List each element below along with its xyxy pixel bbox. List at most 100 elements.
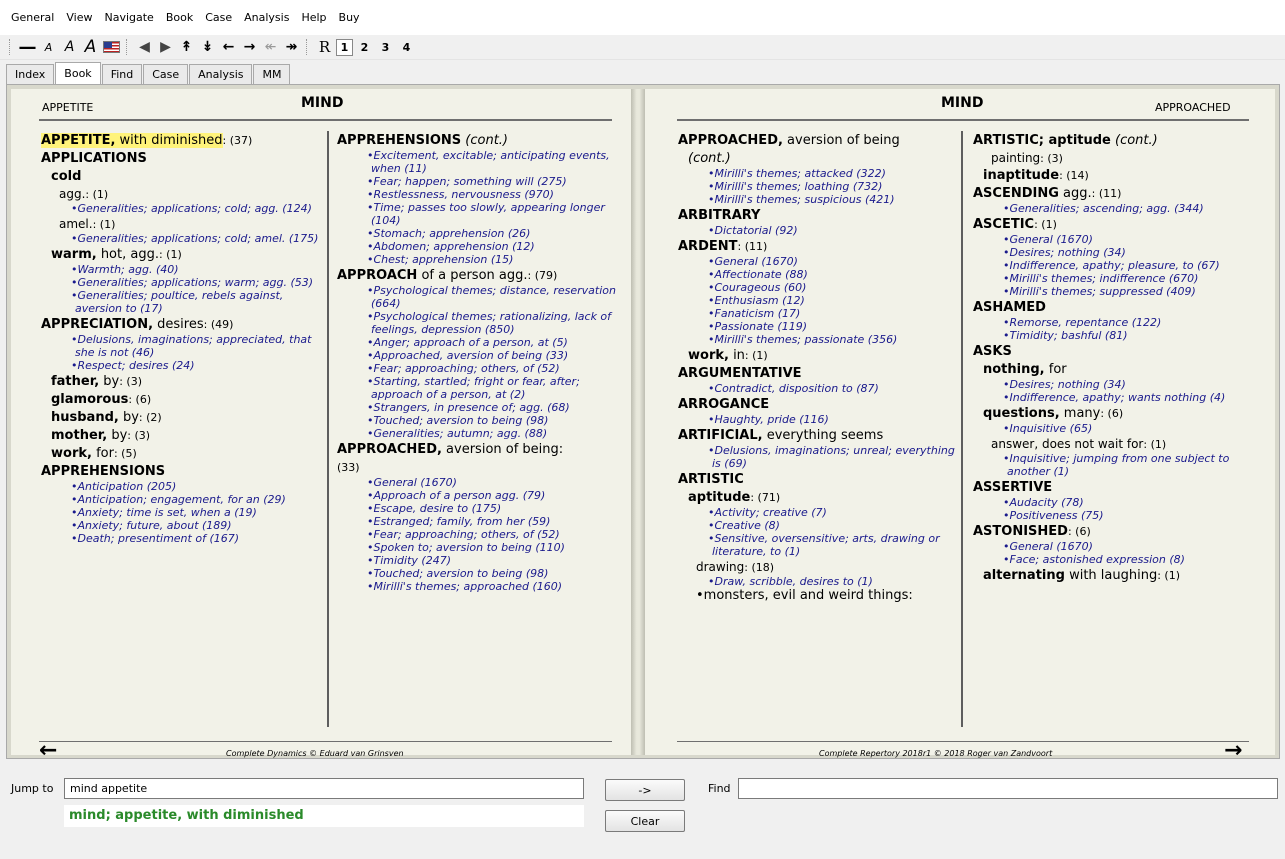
menu-navigate[interactable]: Navigate	[98, 11, 159, 24]
menu-book[interactable]: Book	[160, 11, 199, 24]
remedy-reference-link[interactable]: Warmth; agg. (40)	[41, 263, 326, 276]
remedy-reference-link[interactable]: Activity; creative (7)	[678, 506, 958, 519]
rubric-entry[interactable]: ARBITRARY	[678, 208, 958, 224]
rubric-entry[interactable]: cold	[41, 169, 326, 185]
menu-case[interactable]: Case	[199, 11, 238, 24]
remedy-reference-link[interactable]: Strangers, in presence of; agg. (68)	[337, 401, 617, 414]
go-button[interactable]: ->	[605, 779, 685, 801]
remedy-reference-link[interactable]: Fear; approaching; others, of (52)	[337, 362, 617, 375]
level-3-button[interactable]: 3	[376, 37, 395, 57]
remedy-reference-link[interactable]: Estranged; family, from her (59)	[337, 515, 617, 528]
clear-button[interactable]: Clear	[605, 810, 685, 832]
remedy-reference-link[interactable]: Generalities; autumn; agg. (88)	[337, 427, 617, 440]
rubric-entry[interactable]: ARTIFICIAL, everything seems	[678, 428, 958, 444]
rubric-entry[interactable]: ASCETIC: (1)	[973, 217, 1263, 233]
forward-icon[interactable]: →	[240, 37, 259, 57]
rubric-entry[interactable]: ARGUMENTATIVE	[678, 366, 958, 382]
remedy-reference-link[interactable]: Sensitive, oversensitive; arts, drawing …	[678, 532, 958, 558]
remedy-reference-link[interactable]: Positiveness (75)	[973, 509, 1263, 522]
jump-to-input[interactable]	[64, 778, 584, 799]
rubric-entry[interactable]: amel.: (1)	[41, 217, 326, 232]
rubric-entry[interactable]: mother, by: (3)	[41, 428, 326, 444]
rubric-entry[interactable]: husband, by: (2)	[41, 410, 326, 426]
remedy-reference-link[interactable]: Time; passes too slowly, appearing longe…	[337, 201, 617, 227]
level-2-button[interactable]: 2	[355, 37, 374, 57]
back-history-icon[interactable]: ↞	[261, 37, 280, 57]
previous-chapter-icon[interactable]: ↟	[177, 37, 196, 57]
tab-case[interactable]: Case	[143, 64, 189, 84]
next-page-arrow-icon[interactable]: →	[1224, 740, 1242, 762]
remedy-reference-link[interactable]: Face; astonished expression (8)	[973, 553, 1263, 566]
remedy-reference-link[interactable]: Inquisitive; jumping from one subject to…	[973, 452, 1263, 478]
remedy-reference-link[interactable]: Delusions, imaginations; unreal; everyth…	[678, 444, 958, 470]
remedy-reference-link[interactable]: Contradict, disposition to (87)	[678, 382, 958, 395]
remedy-reference-link[interactable]: Indifference, apathy; wants nothing (4)	[973, 391, 1263, 404]
remedy-reference-link[interactable]: Inquisitive (65)	[973, 422, 1263, 435]
rubric-entry[interactable]: answer, does not wait for: (1)	[973, 437, 1263, 452]
remedy-reference-link[interactable]: Anticipation (205)	[41, 480, 326, 493]
rubric-entry[interactable]: APPREHENSIONS	[41, 464, 326, 480]
remedy-reference-link[interactable]: Spoken to; aversion to being (110)	[337, 541, 617, 554]
next-chapter-icon[interactable]: ↡	[198, 37, 217, 57]
remedy-reference-link[interactable]: Mirilli's themes; suppressed (409)	[973, 285, 1263, 298]
tab-analysis[interactable]: Analysis	[189, 64, 253, 84]
remedy-reference-link[interactable]: Anxiety; future, about (189)	[41, 519, 326, 532]
rubric-entry[interactable]: APPREHENSIONS (cont.)	[337, 133, 617, 149]
remedy-reference-link[interactable]: Generalities; applications; cold; amel. …	[41, 232, 326, 245]
rubric-entry[interactable]: nothing, for	[973, 362, 1263, 378]
rubric-entry[interactable]: ASCENDING agg.: (11)	[973, 186, 1263, 202]
remedy-reference-link[interactable]: Excitement, excitable; anticipating even…	[337, 149, 617, 175]
rubric-entry[interactable]: monsters, evil and weird things:	[678, 588, 958, 604]
remedy-reference-link[interactable]: Courageous (60)	[678, 281, 958, 294]
rubric-entry[interactable]: APPRECIATION, desires: (49)	[41, 317, 326, 333]
rubric-entry[interactable]: ASTONISHED: (6)	[973, 524, 1263, 540]
remedy-reference-link[interactable]: General (1670)	[973, 540, 1263, 553]
remedy-reference-link[interactable]: Respect; desires (24)	[41, 359, 326, 372]
rubric-entry[interactable]: father, by: (3)	[41, 374, 326, 390]
level-4-button[interactable]: 4	[397, 37, 416, 57]
remedy-reference-link[interactable]: Mirilli's themes; passionate (356)	[678, 333, 958, 346]
remedy-reference-link[interactable]: Haughty, pride (116)	[678, 413, 958, 426]
font-small-icon[interactable]: A	[39, 37, 58, 57]
font-large-icon[interactable]: A	[81, 37, 100, 57]
rubric-entry[interactable]: ARTISTIC; aptitude (cont.)	[973, 133, 1263, 149]
rubric-entry[interactable]: painting: (3)	[973, 151, 1263, 166]
remedy-reference-link[interactable]: Remorse, repentance (122)	[973, 316, 1263, 329]
tab-book[interactable]: Book	[55, 62, 101, 84]
back-icon[interactable]: ←	[219, 37, 238, 57]
remedy-reference-link[interactable]: Audacity (78)	[973, 496, 1263, 509]
level-1-button[interactable]: 1	[336, 38, 353, 56]
rubric-entry[interactable]: agg.: (1)	[41, 187, 326, 202]
remedy-reference-link[interactable]: Escape, desire to (175)	[337, 502, 617, 515]
rubric-entry[interactable]: ARROGANCE	[678, 397, 958, 413]
rubric-entry[interactable]: (cont.)	[678, 151, 958, 167]
remedy-reference-link[interactable]: General (1670)	[678, 255, 958, 268]
remedy-reference-link[interactable]: Draw, scribble, desires to (1)	[678, 575, 958, 588]
remedy-reference-link[interactable]: Dictatorial (92)	[678, 224, 958, 237]
remedy-reference-link[interactable]: Passionate (119)	[678, 320, 958, 333]
remedy-reference-link[interactable]: General (1670)	[973, 233, 1263, 246]
rubric-entry[interactable]: alternating with laughing: (1)	[973, 568, 1263, 584]
rubric-entry[interactable]: ARTISTIC	[678, 472, 958, 488]
remedy-reference-link[interactable]: Mirilli's themes; approached (160)	[337, 580, 617, 593]
remedy-reference-link[interactable]: Generalities; applications; warm; agg. (…	[41, 276, 326, 289]
previous-page-icon[interactable]: ◀	[135, 37, 154, 57]
rubric-entry[interactable]: ASSERTIVE	[973, 480, 1263, 496]
rubric-entry[interactable]: aptitude: (71)	[678, 490, 958, 506]
remedy-reference-link[interactable]: Generalities; applications; cold; agg. (…	[41, 202, 326, 215]
remedy-button[interactable]: R	[315, 37, 334, 57]
remedy-reference-link[interactable]: Desires; nothing (34)	[973, 246, 1263, 259]
rubric-entry[interactable]: APPROACHED, aversion of being:	[337, 442, 617, 458]
font-medium-icon[interactable]: A	[60, 37, 79, 57]
rubric-entry[interactable]: APPROACH of a person agg.: (79)	[337, 268, 617, 284]
remedy-reference-link[interactable]: Mirilli's themes; attacked (322)	[678, 167, 958, 180]
tab-index[interactable]: Index	[6, 64, 55, 84]
menu-view[interactable]: View	[60, 11, 98, 24]
remedy-reference-link[interactable]: Fear; happen; something will (275)	[337, 175, 617, 188]
rubric-entry[interactable]: (33)	[337, 460, 617, 476]
remedy-reference-link[interactable]: Enthusiasm (12)	[678, 294, 958, 307]
remedy-reference-link[interactable]: Touched; aversion to being (98)	[337, 567, 617, 580]
remedy-reference-link[interactable]: Anger; approach of a person, at (5)	[337, 336, 617, 349]
remedy-reference-link[interactable]: Mirilli's themes; suspicious (421)	[678, 193, 958, 206]
remedy-reference-link[interactable]: Stomach; apprehension (26)	[337, 227, 617, 240]
